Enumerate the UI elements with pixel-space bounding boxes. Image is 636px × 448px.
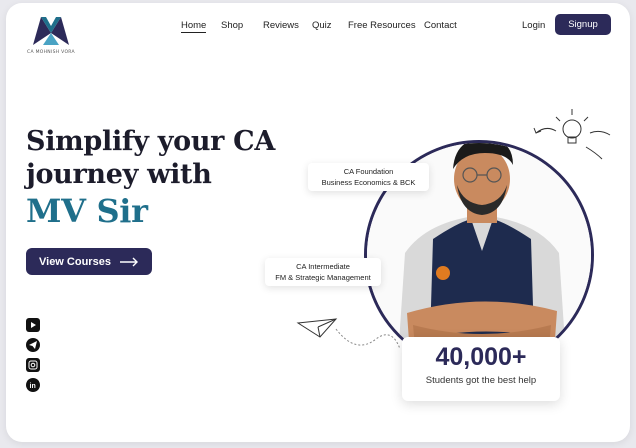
students-stats-card: 40,000+ Students got the best help xyxy=(402,337,560,401)
nav-home[interactable]: Home xyxy=(181,20,207,33)
telegram-icon[interactable] xyxy=(26,338,40,352)
nav-reviews[interactable]: Reviews xyxy=(263,20,299,31)
students-count: 40,000+ xyxy=(435,343,527,371)
linkedin-icon[interactable]: in xyxy=(26,378,40,392)
youtube-icon[interactable] xyxy=(26,318,40,332)
nav-contact[interactable]: Contact xyxy=(424,20,457,31)
ca-foundation-title: CA Foundation xyxy=(343,167,394,176)
brand-name: CA MOHNISH VORA xyxy=(27,50,75,55)
ca-intermediate-title: CA Intermediate xyxy=(296,262,350,271)
ca-intermediate-subject: FM & Strategic Management xyxy=(275,273,371,282)
mv-logo-icon xyxy=(33,17,69,45)
ca-intermediate-tag: CA Intermediate FM & Strategic Managemen… xyxy=(265,258,381,286)
page-frame: CA MOHNISH VORA Home Shop Reviews Quiz F… xyxy=(6,3,630,442)
brand-logo[interactable]: CA MOHNISH VORA xyxy=(26,13,76,59)
ca-foundation-subject: Business Economics & BCK xyxy=(321,178,416,187)
lightbulb-icon xyxy=(533,109,611,160)
arrow-right-icon xyxy=(119,257,138,266)
headline-line-1: Simplify your CA xyxy=(26,126,276,157)
view-courses-button[interactable]: View Courses xyxy=(26,248,152,275)
view-courses-label: View Courses xyxy=(39,255,111,268)
headline-line-2: journey with xyxy=(26,159,212,190)
students-label: Students got the best help xyxy=(425,375,537,386)
hero-headline: Simplify your CA journey with MV Sir xyxy=(26,125,275,231)
instagram-icon[interactable] xyxy=(26,358,40,372)
login-link[interactable]: Login xyxy=(522,20,545,31)
svg-text:in: in xyxy=(30,383,36,389)
ca-foundation-tag: CA Foundation Business Economics & BCK xyxy=(308,163,429,191)
nav-shop[interactable]: Shop xyxy=(221,20,243,31)
paper-plane-icon xyxy=(296,318,401,350)
signup-button[interactable]: Signup xyxy=(555,14,611,35)
nav-quiz[interactable]: Quiz xyxy=(312,20,332,31)
social-links: in xyxy=(26,318,42,398)
nav-free-resources[interactable]: Free Resources xyxy=(348,20,416,31)
headline-accent: MV Sir xyxy=(26,192,148,230)
